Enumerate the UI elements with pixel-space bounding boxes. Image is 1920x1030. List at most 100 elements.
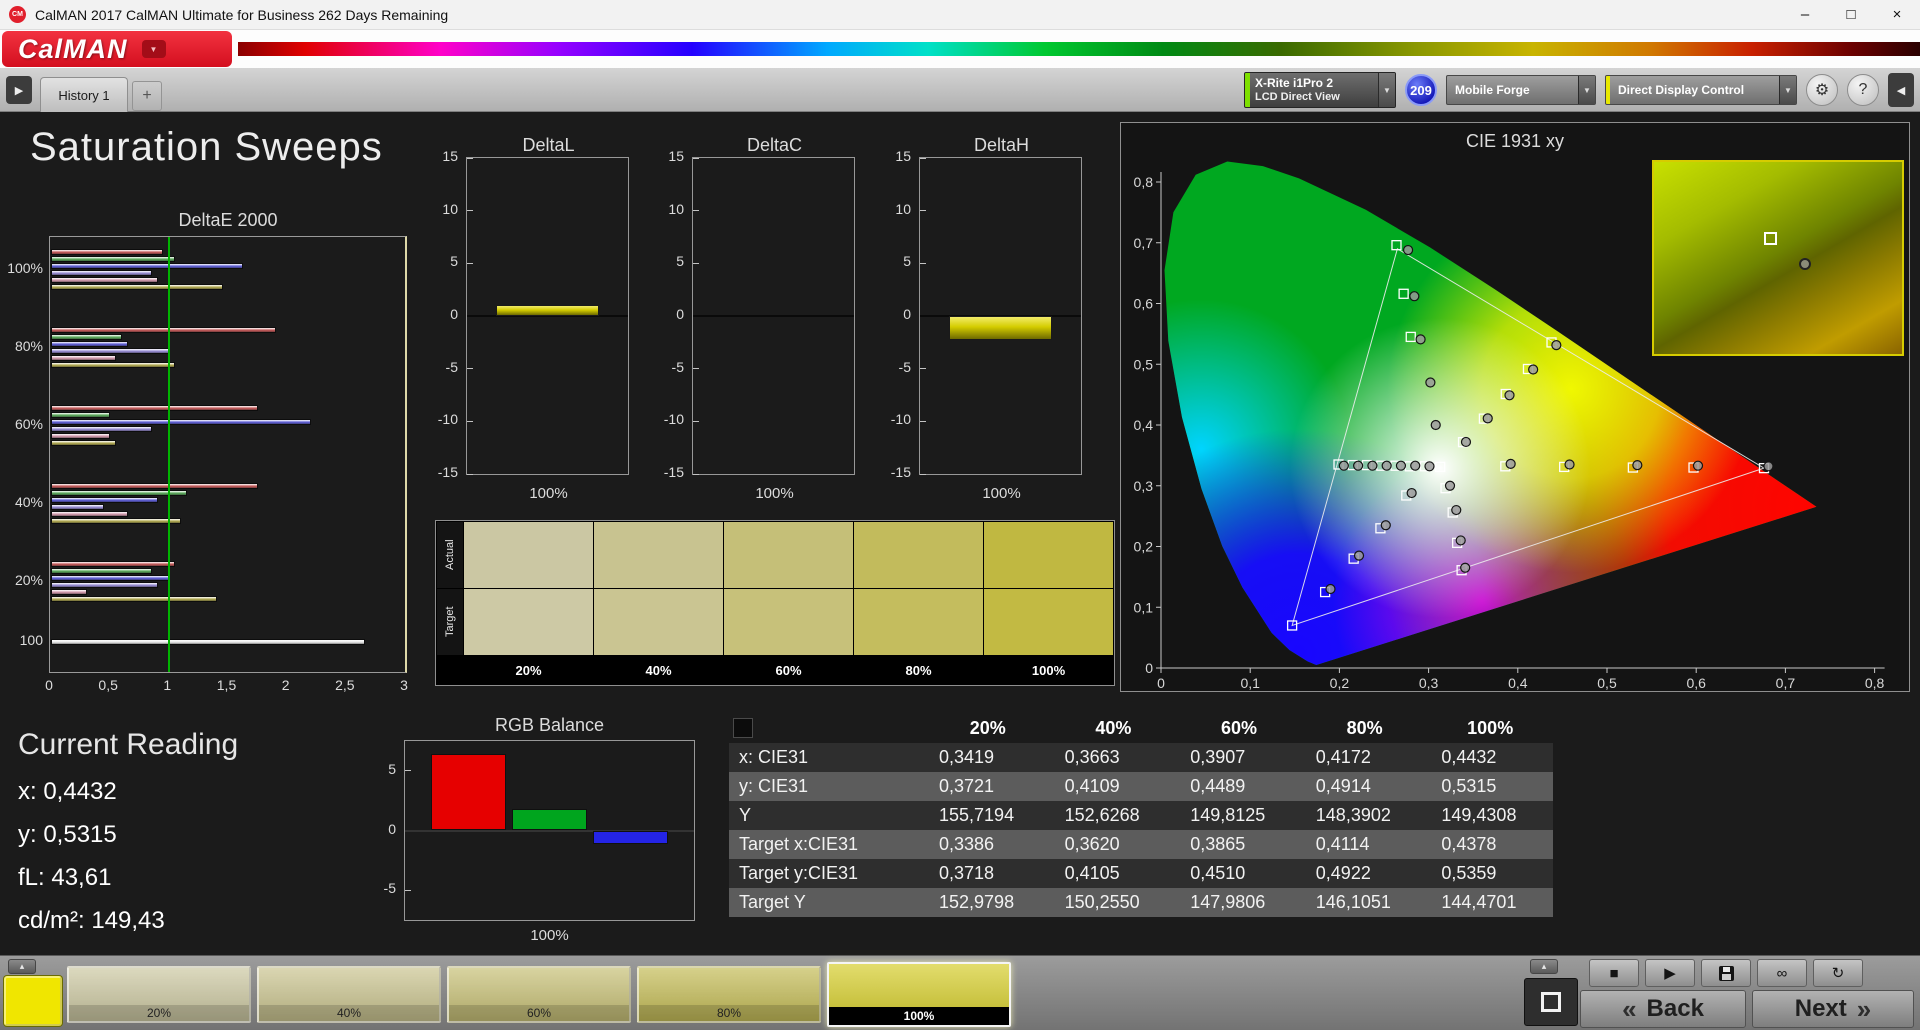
chevron-right-icon: ▶ — [14, 84, 24, 97]
help-button[interactable]: ? — [1847, 74, 1879, 106]
x-axis-label: 1 — [163, 677, 172, 693]
actual-swatch — [854, 522, 983, 588]
maximize-button[interactable]: □ — [1828, 0, 1874, 30]
patch-window-button[interactable] — [1524, 978, 1578, 1026]
y-axis-label: 20% — [14, 572, 43, 588]
refresh-button[interactable]: ↻ — [1813, 959, 1863, 987]
swatch-column-label: 40% — [594, 656, 723, 684]
table-cell: 0,3620 — [1064, 834, 1120, 854]
plot-area — [49, 236, 407, 673]
measured-circle — [1325, 583, 1336, 595]
tick-label: -15 — [890, 464, 911, 480]
deltae-bar — [51, 270, 152, 276]
panel-collapse-button[interactable]: ◀ — [1888, 73, 1914, 107]
chart-rgb-balance: RGB Balance 5 0 -5 100% — [364, 715, 709, 945]
x-axis-label: 2,5 — [335, 677, 355, 693]
blue-bar — [592, 830, 668, 844]
display-dropdown-icon[interactable]: ▼ — [1779, 76, 1796, 104]
table-cell: 0,4432 — [1441, 747, 1497, 767]
table-cell: 150,2550 — [1064, 892, 1140, 912]
table-cell: 0,4378 — [1441, 834, 1497, 854]
display-control-selector[interactable]: Direct Display Control ▼ — [1605, 75, 1797, 105]
tick-label: 15 — [442, 148, 458, 164]
patch-button-60%[interactable]: 60% — [447, 966, 631, 1023]
table-row: Target x:CIE31 0,3386 0,3620 0,3865 0,4114 0,… — [729, 830, 1553, 859]
save-button[interactable] — [1701, 959, 1751, 987]
brand-bar: CalMAN ▼ — [0, 30, 1920, 68]
table-cell: 146,1051 — [1315, 892, 1391, 912]
chart-deltac: DeltaC 15 10 5 0 -5 -10 -15 100% — [652, 135, 867, 515]
chart-deltal: DeltaL 15 10 5 0 -5 -10 -15 100% — [426, 135, 641, 515]
source-selector[interactable]: Mobile Forge ▼ — [1446, 75, 1596, 105]
deltae-bar — [51, 412, 111, 418]
svg-text:0,8: 0,8 — [1865, 675, 1885, 691]
table-row: Target y:CIE31 0,3718 0,4105 0,4510 0,4922 0,… — [729, 859, 1553, 888]
tab-history-1[interactable]: History 1 — [40, 77, 128, 112]
plot-area — [919, 157, 1082, 475]
patch-button-label: 80% — [639, 1005, 819, 1021]
main-workspace: Saturation Sweeps DeltaE 2000 100% 80% 60%… — [0, 112, 1920, 955]
controls-expand-button[interactable]: ▴ — [1530, 959, 1558, 974]
svg-text:0,7: 0,7 — [1134, 235, 1154, 251]
svg-text:0,6: 0,6 — [1686, 675, 1706, 691]
close-button[interactable]: × — [1874, 0, 1920, 30]
measured-circle — [1380, 520, 1391, 531]
meter-mode: LCD Direct View — [1255, 90, 1340, 103]
patch-button-100%[interactable]: 100% — [827, 962, 1011, 1027]
toolbar-cluster: X-Rite i1Pro 2 LCD Direct View ▼ 209 Mob… — [1244, 72, 1914, 108]
y-axis-label: 100% — [7, 260, 43, 276]
continuous-measure-button[interactable]: ∞ — [1757, 959, 1807, 987]
bottom-bar: ▴ ▴ ■ ▶ ∞ ↻ « Back Next » 20% 40% 60% 80% 10… — [0, 955, 1920, 1030]
table-cell: 144,4701 — [1441, 892, 1517, 912]
back-button[interactable]: « Back — [1580, 990, 1746, 1028]
reference-line — [168, 237, 171, 672]
patch-button-label: 100% — [829, 1007, 1009, 1025]
patch-window-icon — [1541, 992, 1561, 1012]
table-cell: 0,4172 — [1315, 747, 1371, 767]
swatch-row-label: Actual — [437, 522, 463, 588]
tick-label: 5 — [388, 760, 396, 777]
chart-title: CIE 1931 xy — [1465, 131, 1565, 151]
table-cell: 0,5359 — [1441, 863, 1497, 883]
plot-area — [692, 157, 855, 475]
play-button[interactable]: ▶ — [1645, 959, 1695, 987]
tick-label: -5 — [898, 358, 911, 375]
deltae-bar — [51, 440, 117, 446]
panel-expand-button[interactable]: ▶ — [6, 76, 32, 104]
stop-button[interactable]: ■ — [1589, 959, 1639, 987]
settings-button[interactable]: ⚙ — [1806, 74, 1838, 106]
meter-dropdown-icon[interactable]: ▼ — [1378, 73, 1395, 107]
calman-logo-menu[interactable]: CalMAN ▼ — [2, 31, 232, 67]
add-tab-button[interactable]: + — [132, 81, 162, 111]
deltae-bar — [51, 490, 188, 496]
next-button[interactable]: Next » — [1752, 990, 1914, 1028]
tick-label: 5 — [676, 253, 684, 270]
patch-button-label: 60% — [449, 1005, 629, 1021]
deltae-bar — [51, 355, 117, 361]
table-row: x: CIE31 0,3419 0,3663 0,3907 0,4172 0,4432 — [729, 743, 1553, 772]
row-label: Y — [739, 805, 752, 825]
chart-title: DeltaC — [746, 135, 803, 155]
table-cell: 155,7194 — [939, 805, 1015, 825]
reading-y: y: 0,5315 — [18, 821, 117, 848]
measured-circle — [1353, 460, 1364, 471]
tick-label: -5 — [383, 880, 396, 897]
x-axis-label: 100% — [529, 485, 568, 502]
reading-fl: fL: 43,61 — [18, 864, 112, 891]
meter-selector[interactable]: X-Rite i1Pro 2 LCD Direct View ▼ — [1244, 72, 1396, 108]
back-chevrons-icon: « — [1622, 994, 1637, 1024]
minimize-button[interactable]: – — [1782, 0, 1828, 30]
patch-options-expand-button[interactable]: ▴ — [8, 959, 36, 974]
row-label: x: CIE31 — [739, 747, 809, 767]
patch-button-80%[interactable]: 80% — [637, 966, 821, 1023]
tick-label: -10 — [437, 411, 458, 428]
source-dropdown-icon[interactable]: ▼ — [1578, 76, 1595, 104]
reading-count-badge: 209 — [1405, 74, 1437, 106]
svg-text:0,7: 0,7 — [1776, 675, 1796, 691]
patch-button-20%[interactable]: 20% — [67, 966, 251, 1023]
measured-circle — [1410, 460, 1421, 471]
patch-button-40%[interactable]: 40% — [257, 966, 441, 1023]
deltae-bar — [51, 483, 259, 489]
swatch-column-label: 60% — [724, 656, 853, 684]
tick-label: 0 — [388, 820, 396, 837]
